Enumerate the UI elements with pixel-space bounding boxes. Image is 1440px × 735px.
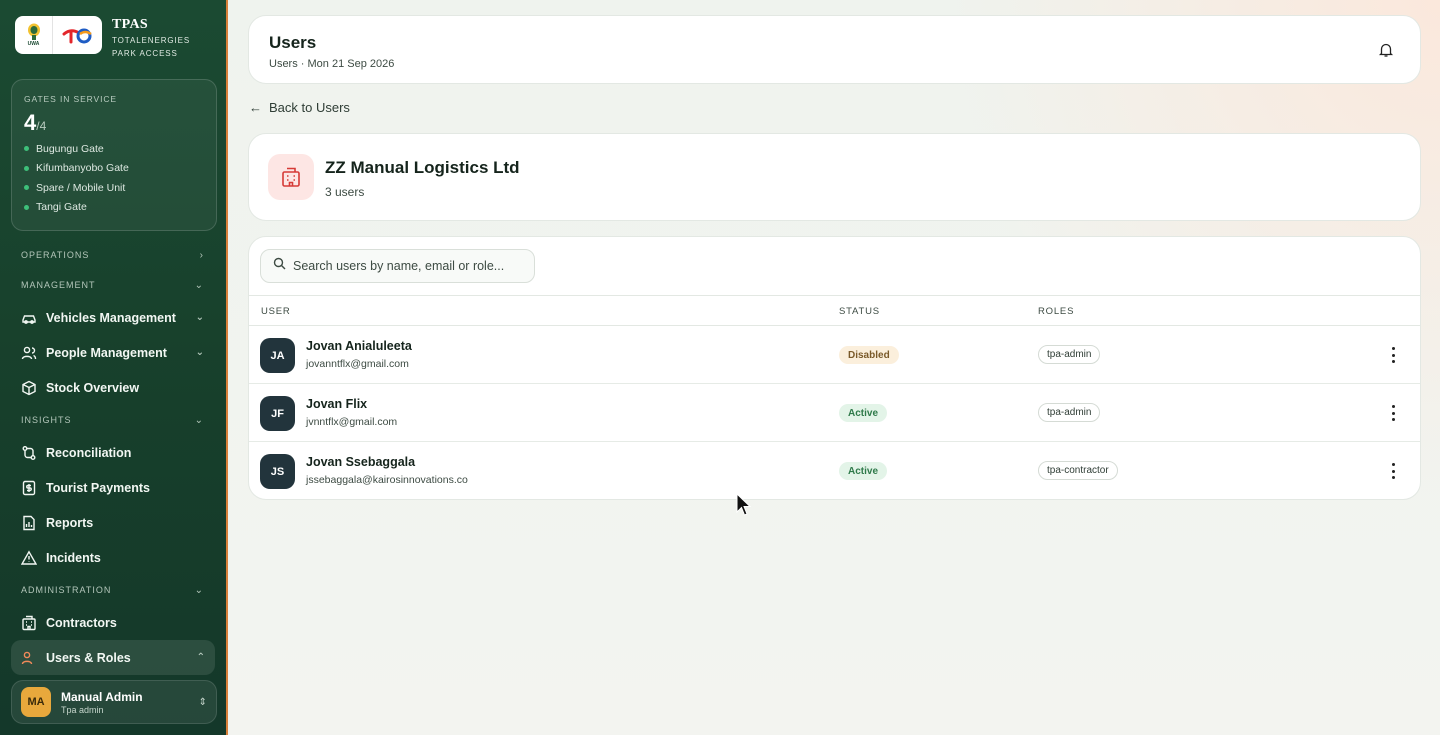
role-chip: tpa-admin bbox=[1038, 345, 1101, 364]
status-dot-icon bbox=[24, 204, 29, 210]
user-roles-icon bbox=[21, 650, 37, 666]
user-name: Jovan Ssebaggala bbox=[306, 455, 416, 469]
chevron-right-icon: › bbox=[199, 249, 204, 261]
user-name: Jovan Flix bbox=[306, 397, 368, 411]
page-header: Users Users · Mon 21 Sep 2026 bbox=[248, 15, 1421, 84]
organization-name: ZZ Manual Logistics Ltd bbox=[325, 158, 520, 177]
sidebar-item-contractors[interactable]: Contractors bbox=[0, 605, 226, 640]
role-chip: tpa-contractor bbox=[1038, 461, 1118, 480]
user-avatar: JA bbox=[260, 338, 295, 373]
sidebar-item-vehicles[interactable]: Vehicles Management ⌄ bbox=[0, 300, 226, 335]
totalenergies-logo-icon bbox=[53, 25, 102, 45]
receipt-icon bbox=[21, 480, 37, 496]
more-actions-icon[interactable] bbox=[1388, 347, 1398, 363]
status-badge: Active bbox=[839, 404, 888, 422]
more-actions-icon[interactable] bbox=[1388, 463, 1398, 479]
bell-icon[interactable] bbox=[1378, 42, 1394, 58]
building-icon bbox=[21, 615, 37, 631]
search-icon bbox=[273, 257, 286, 275]
sidebar-item-reconciliation[interactable]: Reconciliation bbox=[0, 435, 226, 470]
warning-icon bbox=[21, 549, 37, 566]
user-name: Jovan Anialuleeta bbox=[306, 339, 412, 353]
users-table-card: USER STATUS ROLES JA Jovan Anialuleeta j… bbox=[248, 236, 1421, 500]
column-roles: ROLES bbox=[1038, 306, 1075, 317]
chevron-down-icon: ⌄ bbox=[194, 584, 204, 596]
section-insights[interactable]: INSIGHTS ⌄ bbox=[0, 405, 226, 435]
status-dot-icon bbox=[24, 146, 29, 152]
gates-in-service-panel: GATES IN SERVICE 4/4 Bugungu Gate Kifumb… bbox=[11, 79, 217, 231]
gate-item: Kifumbanyobo Gate bbox=[24, 159, 204, 179]
app-subtitle-1: TOTALENERGIES bbox=[112, 36, 191, 45]
column-status: STATUS bbox=[839, 306, 880, 317]
column-user: USER bbox=[261, 306, 291, 317]
user-email: jovanntflx@gmail.com bbox=[306, 358, 409, 370]
users-icon bbox=[21, 345, 37, 361]
chevron-down-icon: ⌄ bbox=[195, 347, 204, 358]
current-user-role: Tpa admin bbox=[61, 704, 104, 715]
table-row[interactable]: JA Jovan Anialuleeta jovanntflx@gmail.co… bbox=[249, 326, 1420, 384]
user-avatar: JS bbox=[260, 454, 295, 489]
section-management[interactable]: MANAGEMENT ⌄ bbox=[0, 270, 226, 300]
section-operations[interactable]: OPERATIONS › bbox=[0, 240, 226, 270]
gate-item: Bugungu Gate bbox=[24, 139, 204, 159]
chevron-updown-icon: ⇕ bbox=[198, 696, 207, 708]
brand-logo[interactable]: UWA bbox=[15, 16, 102, 54]
sidebar-item-tourist-payments[interactable]: Tourist Payments bbox=[0, 470, 226, 505]
arrow-left-icon: ← bbox=[249, 100, 262, 115]
sidebar-item-reports[interactable]: Reports bbox=[0, 505, 226, 540]
package-icon bbox=[21, 380, 37, 396]
table-header: USER STATUS ROLES bbox=[249, 295, 1420, 326]
app-name: TPAS bbox=[112, 17, 148, 32]
current-user-menu[interactable]: MA Manual Admin Tpa admin ⇕ bbox=[11, 680, 217, 724]
organization-user-count: 3 users bbox=[325, 185, 365, 199]
gate-item: Spare / Mobile Unit bbox=[24, 178, 204, 198]
file-icon bbox=[21, 515, 37, 531]
table-row[interactable]: JS Jovan Ssebaggala jssebaggala@kairosin… bbox=[249, 442, 1420, 499]
chevron-up-icon: ⌃ bbox=[196, 652, 205, 663]
back-to-users-link[interactable]: ← Back to Users bbox=[249, 100, 350, 115]
reconcile-icon bbox=[21, 445, 37, 461]
gates-label: GATES IN SERVICE bbox=[24, 94, 117, 104]
page-title: Users bbox=[269, 33, 317, 52]
user-email: jssebaggala@kairosinnovations.co bbox=[306, 474, 468, 486]
chevron-down-icon: ⌄ bbox=[194, 279, 204, 291]
gate-item: Tangi Gate bbox=[24, 198, 204, 218]
section-administration[interactable]: ADMINISTRATION ⌄ bbox=[0, 575, 226, 605]
role-chip: tpa-admin bbox=[1038, 403, 1101, 422]
more-actions-icon[interactable] bbox=[1388, 405, 1398, 421]
chevron-down-icon: ⌄ bbox=[195, 312, 204, 323]
table-row[interactable]: JF Jovan Flix jvnntflx@gmail.com Active … bbox=[249, 384, 1420, 442]
sidebar: UWA TPAS TOTALENERGIES PARK ACCESS GATES… bbox=[0, 0, 228, 735]
sidebar-item-users-roles[interactable]: Users & Roles ⌃ bbox=[11, 640, 215, 675]
organization-card: ZZ Manual Logistics Ltd 3 users bbox=[248, 133, 1421, 221]
brand-title: TPAS TOTALENERGIES PARK ACCESS bbox=[112, 17, 190, 59]
user-avatar: JF bbox=[260, 396, 295, 431]
status-badge: Active bbox=[839, 462, 888, 480]
user-email: jvnntflx@gmail.com bbox=[306, 416, 398, 428]
status-badge: Disabled bbox=[839, 346, 899, 364]
status-dot-icon bbox=[24, 165, 29, 171]
gates-count: 4/4 bbox=[24, 110, 47, 135]
gates-list: Bugungu Gate Kifumbanyobo Gate Spare / M… bbox=[24, 139, 204, 217]
sidebar-nav: OPERATIONS › MANAGEMENT ⌄ Vehicles Managem… bbox=[0, 240, 226, 675]
uwa-logo-icon: UWA bbox=[15, 16, 53, 54]
sidebar-item-incidents[interactable]: Incidents bbox=[0, 540, 226, 575]
sidebar-item-stock[interactable]: Stock Overview bbox=[0, 370, 226, 405]
avatar: MA bbox=[21, 687, 51, 717]
app-subtitle-2: PARK ACCESS bbox=[112, 49, 178, 58]
mouse-cursor-icon bbox=[736, 492, 752, 522]
current-user-name: Manual Admin bbox=[61, 689, 143, 704]
building-icon bbox=[268, 154, 314, 200]
search-input[interactable] bbox=[293, 259, 522, 273]
status-dot-icon bbox=[24, 185, 29, 191]
search-box[interactable] bbox=[260, 249, 535, 283]
sidebar-item-people[interactable]: People Management ⌄ bbox=[0, 335, 226, 370]
car-icon bbox=[21, 310, 37, 326]
page-subtitle: Users · Mon 21 Sep 2026 bbox=[269, 58, 395, 70]
chevron-down-icon: ⌄ bbox=[194, 414, 204, 426]
current-user-info: Manual Admin Tpa admin bbox=[61, 690, 199, 715]
